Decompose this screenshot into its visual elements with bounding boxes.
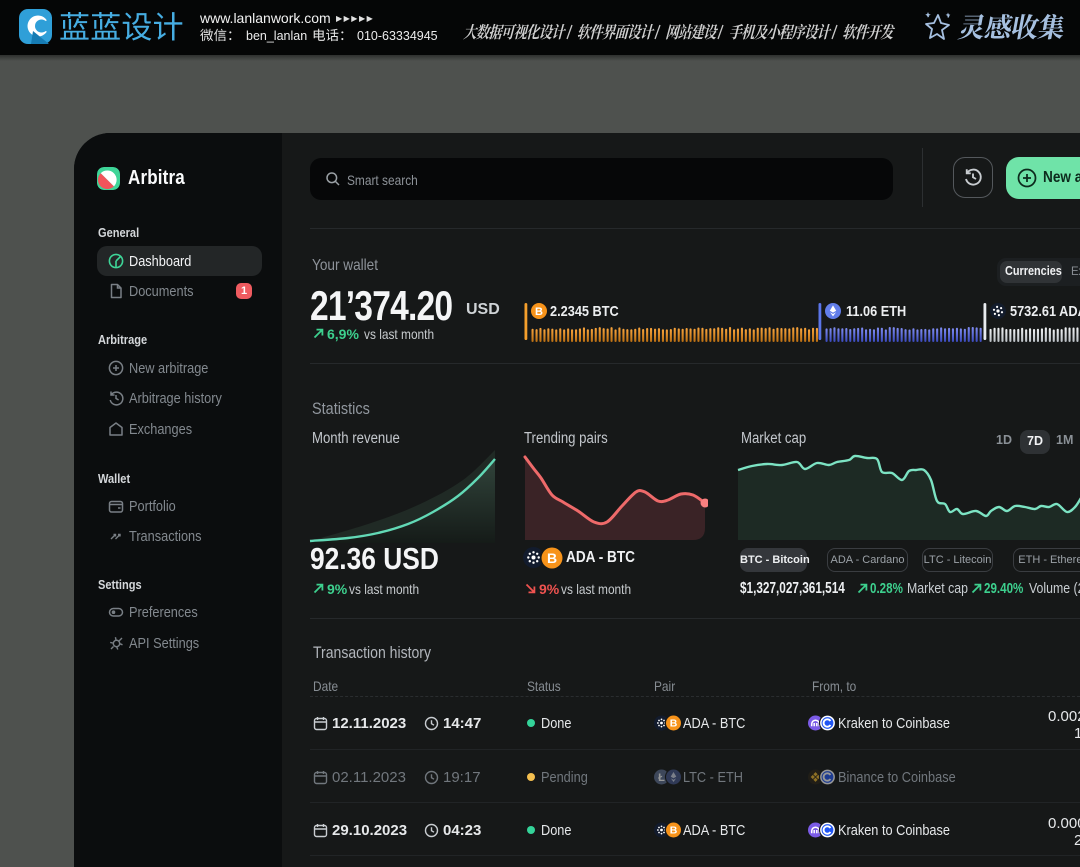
svg-text:Ł: Ł [658,772,665,784]
svg-text:B: B [670,718,678,730]
svg-text:B: B [670,825,678,837]
svg-text:B: B [547,550,557,566]
svg-text:B: B [535,306,543,318]
